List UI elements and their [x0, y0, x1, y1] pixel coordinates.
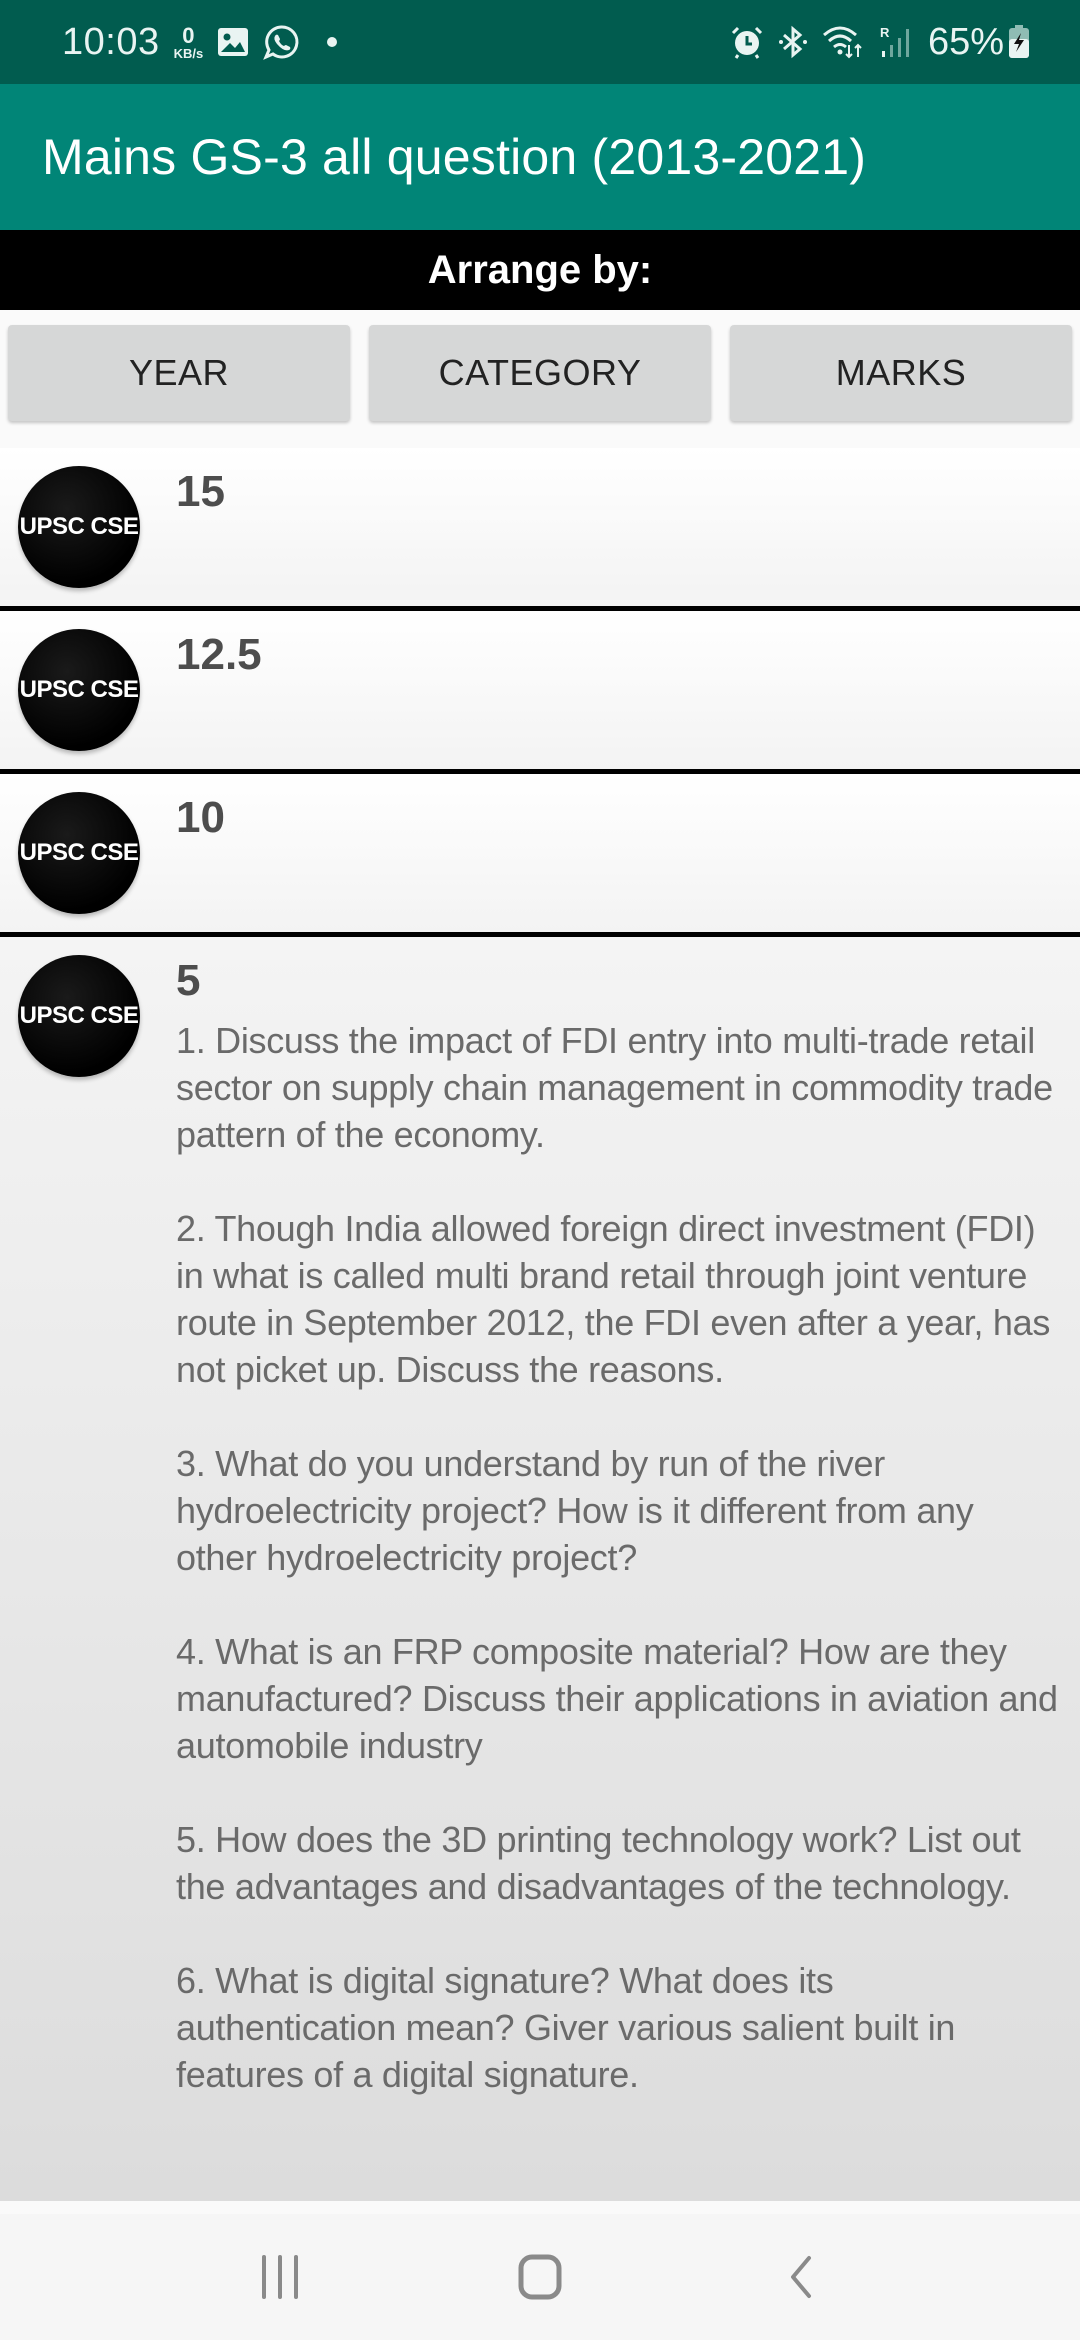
marks-group-list: UPSC CSE 15 UPSC CSE 12.5 UPSC CSE 10 UP… [0, 448, 1080, 2201]
question-text: 5. How does the 3D printing technology w… [176, 1819, 1021, 1908]
arrange-header: Arrange by: [0, 230, 1080, 310]
marks-heading: 10 [176, 793, 225, 842]
app-bar: Mains GS-3 all question (2013-2021) [0, 84, 1080, 230]
sort-button-row: YEAR CATEGORY MARKS [0, 310, 1080, 448]
system-nav-bar [0, 2214, 1080, 2340]
network-speed-value: 0 [182, 22, 195, 48]
question-text: 3. What do you understand by run of the … [176, 1443, 974, 1579]
avatar-label: UPSC CSE [19, 1002, 139, 1029]
list-item-marks-15[interactable]: UPSC CSE 15 [0, 448, 1080, 611]
gallery-icon [217, 27, 249, 57]
question-list: 1. Discuss the impact of FDI entry into … [176, 1017, 1080, 2098]
battery-percent: 65% [927, 20, 1004, 63]
bluetooth-icon [778, 25, 808, 59]
status-time: 10:03 [62, 20, 160, 63]
avatar-label: UPSC CSE [19, 513, 139, 540]
marks-heading: 5 [176, 956, 201, 1005]
status-bar: 10:03 0 KB/s R 65% [0, 0, 1080, 84]
status-bar-right: R 65% [716, 21, 1030, 64]
back-button[interactable] [740, 2237, 860, 2317]
signal-roaming-icon: R [880, 25, 914, 59]
sort-by-year-button[interactable]: YEAR [8, 325, 350, 421]
whatsapp-icon [263, 24, 299, 60]
status-bar-left: 10:03 0 KB/s [62, 20, 338, 64]
avatar: UPSC CSE [18, 629, 140, 751]
question-text: 4. What is an FRP composite material? Ho… [176, 1631, 1058, 1767]
home-button[interactable] [480, 2237, 600, 2317]
sort-by-category-button[interactable]: CATEGORY [369, 325, 711, 421]
notification-dot-icon [327, 37, 338, 47]
arrange-label: Arrange by: [427, 247, 653, 292]
home-icon [518, 2254, 562, 2300]
alarm-icon [730, 25, 764, 59]
network-speed-unit: KB/s [173, 45, 204, 61]
question-text: 6. What is digital signature? What does … [176, 1960, 956, 2096]
avatar-label: UPSC CSE [19, 676, 139, 703]
sort-by-marks-button[interactable]: MARKS [730, 325, 1072, 421]
recent-apps-icon [262, 2255, 298, 2299]
list-item-marks-5[interactable]: UPSC CSE 5 1. Discuss the impact of FDI … [0, 937, 1080, 2201]
question-text: 2. Though India allowed foreign direct i… [176, 1208, 1051, 1391]
network-speed: 0 KB/s [173, 22, 204, 61]
list-item-marks-10[interactable]: UPSC CSE 10 [0, 774, 1080, 937]
avatar: UPSC CSE [18, 466, 140, 588]
avatar: UPSC CSE [18, 955, 140, 1077]
marks-heading: 15 [176, 467, 225, 516]
recent-apps-button[interactable] [220, 2237, 340, 2317]
battery-charging-icon [1008, 25, 1030, 59]
question-text: 1. Discuss the impact of FDI entry into … [176, 1020, 1053, 1156]
page-title: Mains GS-3 all question (2013-2021) [42, 129, 867, 185]
list-item-marks-12-5[interactable]: UPSC CSE 12.5 [0, 611, 1080, 774]
back-icon [791, 2256, 811, 2298]
avatar-label: UPSC CSE [19, 839, 139, 866]
roaming-label: R [880, 25, 890, 40]
avatar: UPSC CSE [18, 792, 140, 914]
marks-heading: 12.5 [176, 630, 262, 679]
wifi-icon [822, 25, 866, 59]
